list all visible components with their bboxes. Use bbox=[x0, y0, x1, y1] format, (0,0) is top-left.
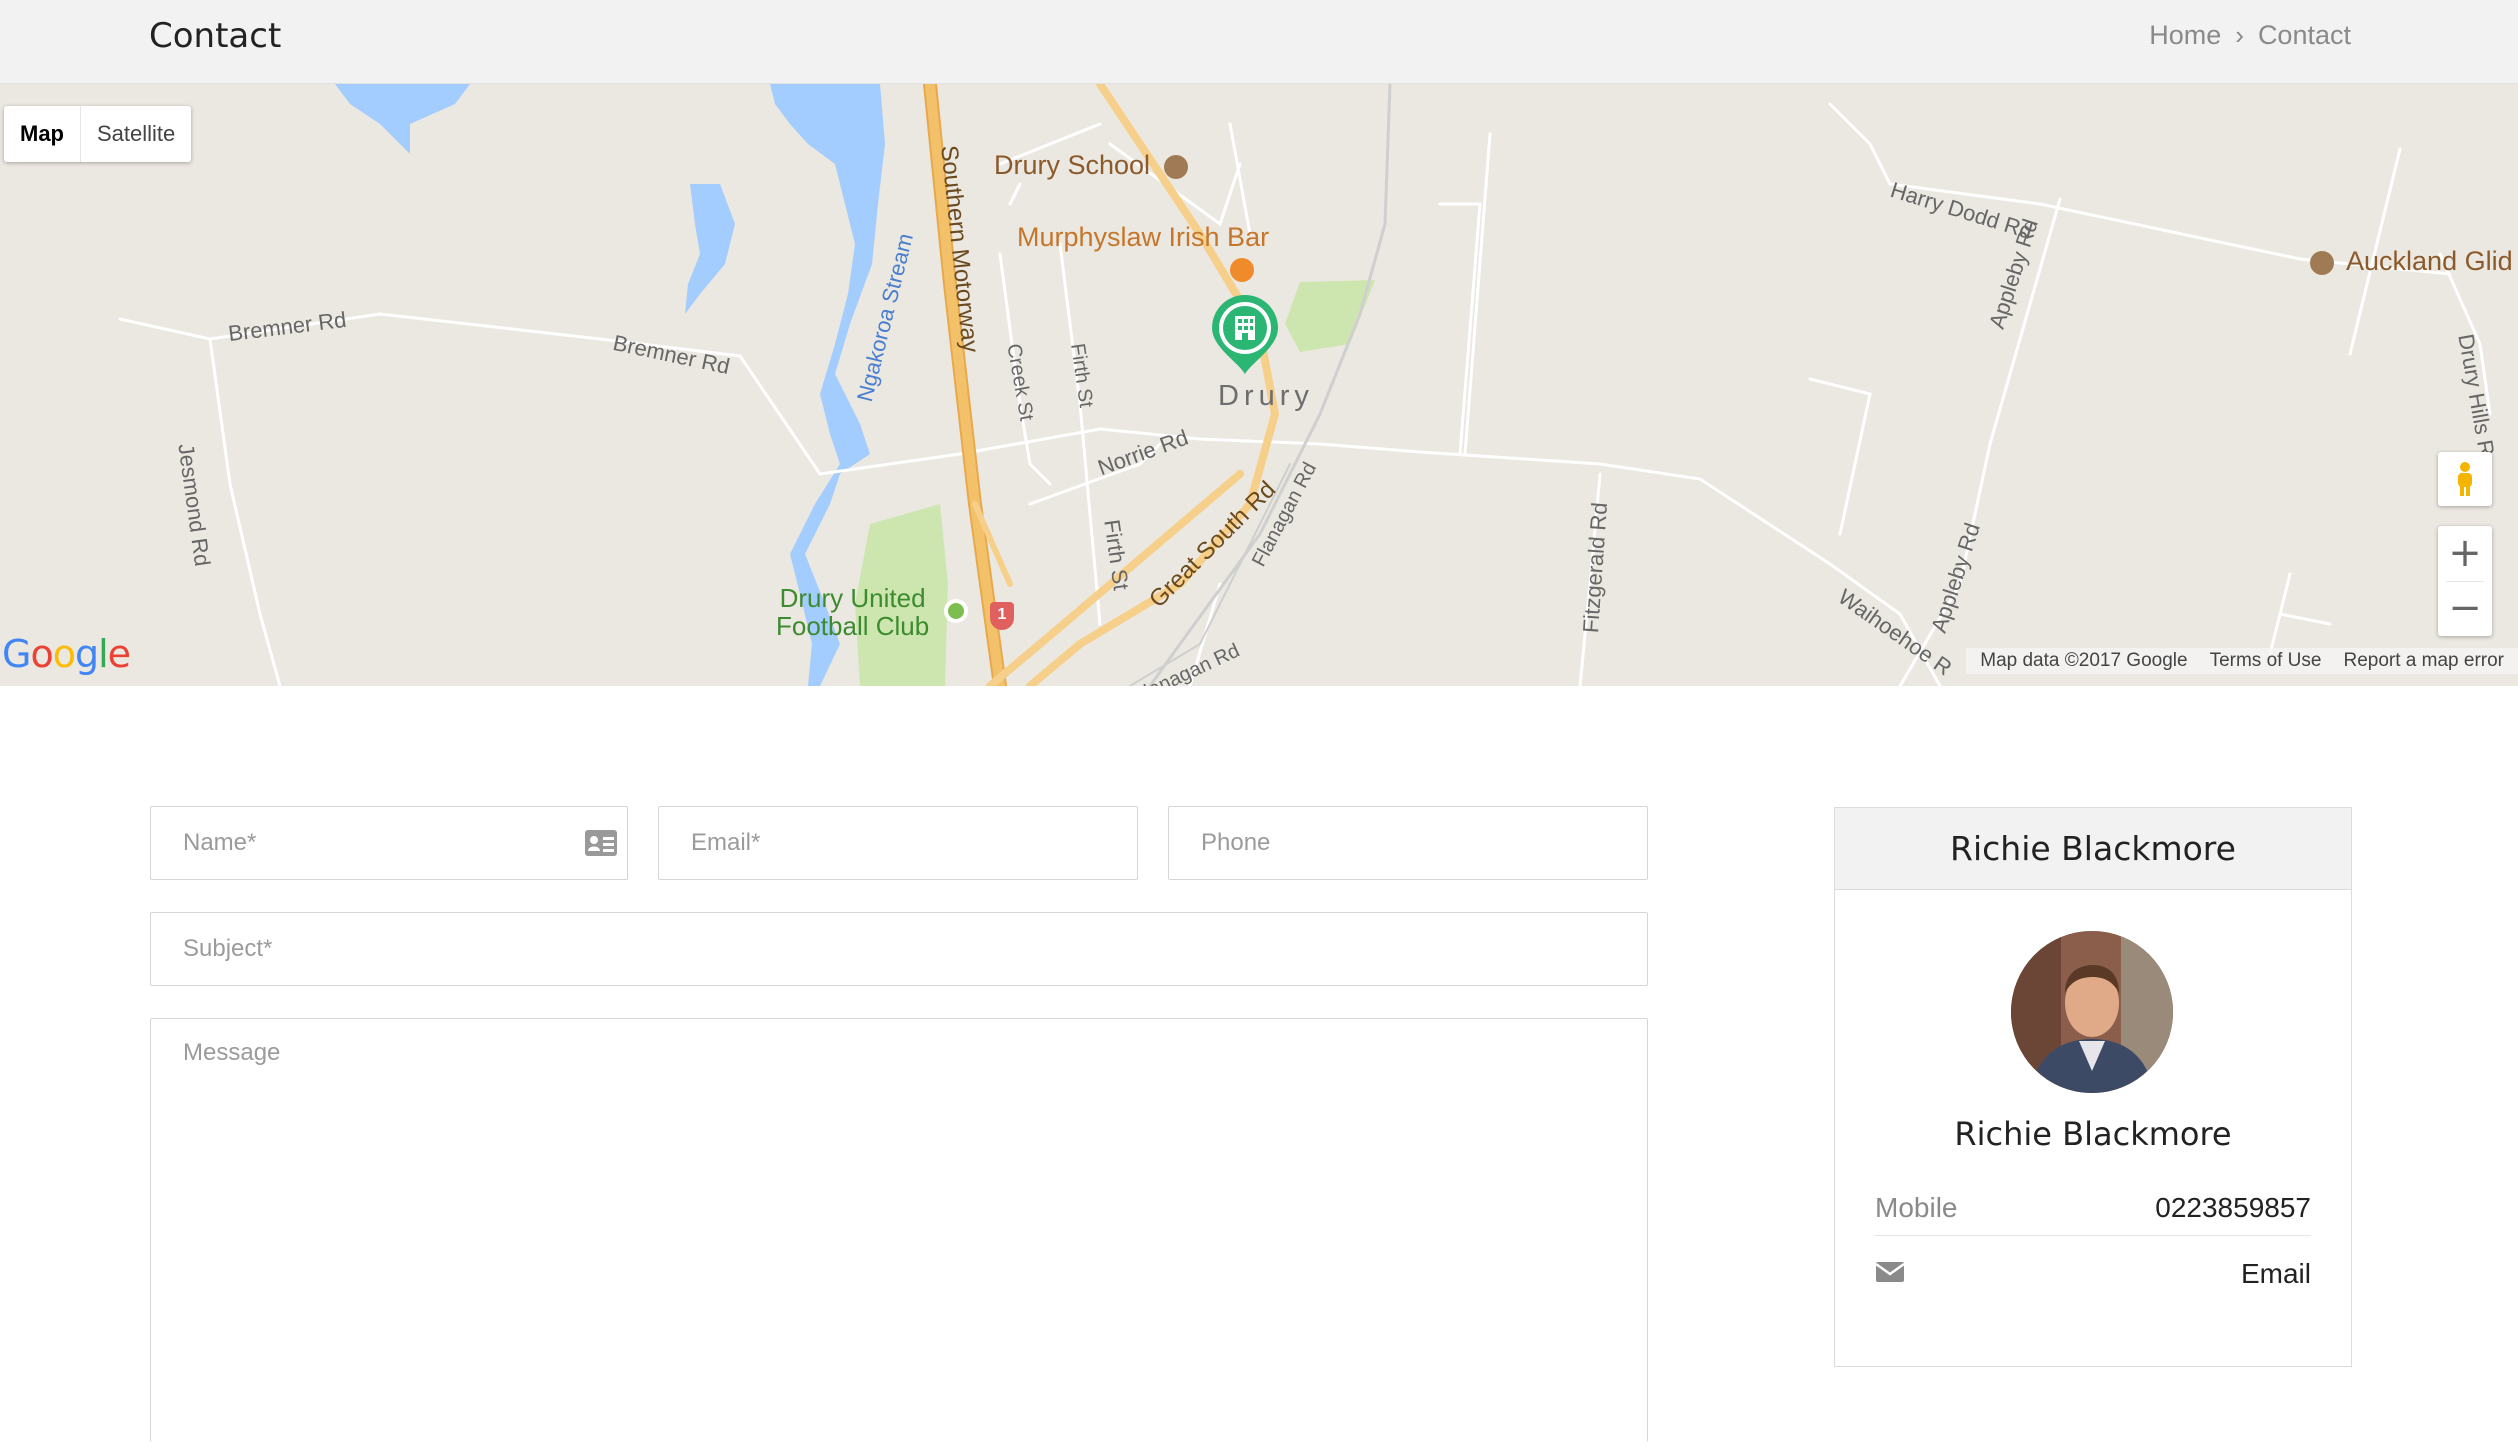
email-input[interactable] bbox=[659, 807, 1137, 879]
map-type-map-button[interactable]: Map bbox=[4, 106, 81, 162]
highway-shield-icon: 1 bbox=[990, 602, 1014, 630]
location-marker-icon[interactable] bbox=[1208, 292, 1282, 376]
envelope-icon bbox=[1875, 1258, 1905, 1290]
street-view-pegman-icon[interactable] bbox=[2438, 452, 2492, 506]
agent-card-title: Richie Blackmore bbox=[1835, 808, 2351, 890]
report-map-error-link[interactable]: Report a map error bbox=[2343, 648, 2504, 674]
agent-name: Richie Blackmore bbox=[1954, 1115, 2232, 1153]
park-icon bbox=[944, 599, 968, 623]
google-logo[interactable]: Google bbox=[2, 632, 131, 676]
map-poi-label: Football Club bbox=[776, 611, 930, 641]
message-field bbox=[150, 1018, 1648, 1442]
page-header: Contact Home › Contact bbox=[0, 0, 2518, 84]
school-icon bbox=[2310, 250, 2334, 275]
agent-card: Richie Blackmore Richie Blackmore Mobile… bbox=[1834, 807, 2352, 1367]
mobile-number[interactable]: 0223859857 bbox=[2155, 1192, 2311, 1224]
terms-of-use-link[interactable]: Terms of Use bbox=[2210, 648, 2322, 674]
map-poi-football-club[interactable]: Drury United Football Club bbox=[776, 584, 929, 640]
map-data-credit: Map data ©2017 Google bbox=[1980, 650, 2188, 671]
zoom-in-button[interactable]: + bbox=[2438, 526, 2492, 581]
phone-input[interactable] bbox=[1169, 807, 1647, 879]
map-embed[interactable]: Map Satellite Drury School Murphyslaw Ir… bbox=[0, 84, 2518, 686]
email-link[interactable]: Email bbox=[2241, 1258, 2311, 1290]
subject-input[interactable] bbox=[151, 913, 1647, 985]
map-type-satellite-button[interactable]: Satellite bbox=[81, 106, 191, 162]
map-poi-auckland-glid[interactable]: Auckland Glid bbox=[2310, 246, 2513, 277]
map-attribution: Map data ©2017 Google Terms of Use Repor… bbox=[1966, 648, 2518, 674]
chevron-right-icon: › bbox=[2235, 20, 2244, 50]
school-icon bbox=[1163, 154, 1188, 179]
page-title: Contact bbox=[149, 16, 282, 56]
subject-field bbox=[150, 912, 1648, 986]
map-poi-drury-school[interactable]: Drury School bbox=[994, 150, 1188, 181]
agent-email-row: Email bbox=[1875, 1246, 2311, 1302]
map-poi-label: Drury School bbox=[994, 150, 1151, 180]
map-type-control: Map Satellite bbox=[4, 106, 192, 162]
zoom-out-button[interactable]: − bbox=[2438, 581, 2492, 636]
map-poi-murphyslaw[interactable]: Murphyslaw Irish Bar bbox=[1017, 222, 1269, 253]
mobile-label: Mobile bbox=[1875, 1191, 1958, 1223]
zoom-control: + − bbox=[2438, 526, 2492, 636]
phone-field bbox=[1168, 806, 1648, 880]
map-town-label: Drury bbox=[1218, 380, 1314, 412]
name-field bbox=[150, 806, 628, 880]
agent-mobile-row: Mobile 0223859857 bbox=[1875, 1180, 2311, 1236]
breadcrumb-home-link[interactable]: Home bbox=[2149, 20, 2221, 51]
map-poi-label: Drury United bbox=[779, 583, 926, 613]
email-field bbox=[658, 806, 1138, 880]
contact-card-icon bbox=[584, 829, 618, 862]
breadcrumb-current: Contact bbox=[2257, 20, 2351, 50]
name-input[interactable] bbox=[151, 807, 627, 879]
restaurant-icon bbox=[1230, 258, 1254, 282]
breadcrumb: Home › Contact bbox=[2149, 20, 2351, 51]
map-poi-label: Auckland Glid bbox=[2346, 246, 2513, 276]
agent-avatar bbox=[2011, 931, 2173, 1093]
message-textarea[interactable] bbox=[151, 1019, 1647, 1442]
